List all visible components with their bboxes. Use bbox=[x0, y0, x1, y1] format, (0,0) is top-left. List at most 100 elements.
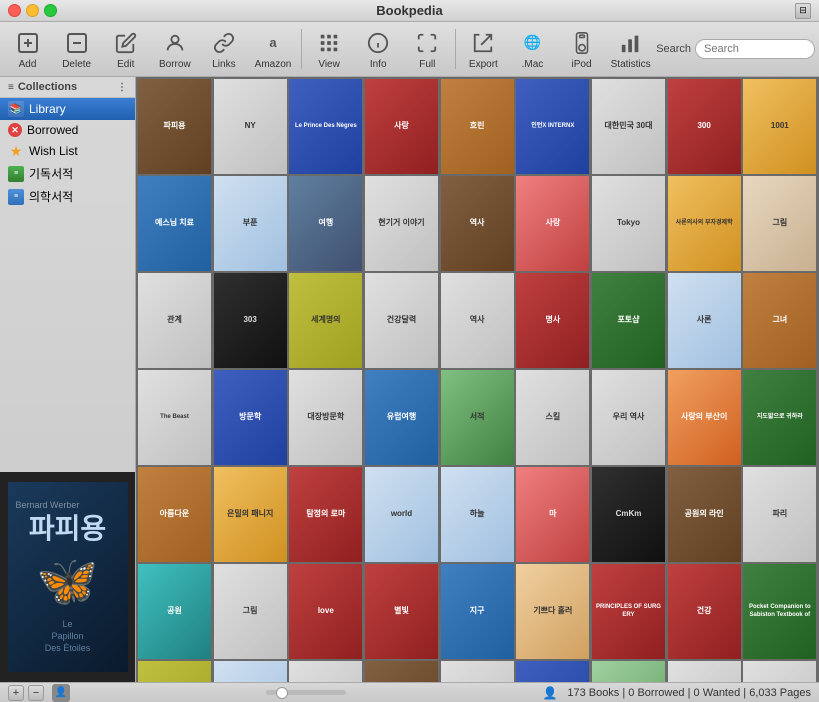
title-bar: Bookpedia ⊟ bbox=[0, 0, 819, 22]
book-item[interactable]: 사랑 bbox=[516, 176, 589, 271]
add-button[interactable]: Add bbox=[4, 25, 51, 73]
sidebar-item-korean1[interactable]: ≡기독서적 bbox=[0, 162, 135, 185]
book-item[interactable]: 파피용 bbox=[138, 79, 211, 174]
book-item[interactable]: 별빛 bbox=[365, 564, 438, 659]
book-item[interactable]: love bbox=[289, 564, 362, 659]
info-button[interactable]: Info bbox=[355, 25, 402, 73]
ipod-button[interactable]: iPod bbox=[558, 25, 605, 73]
book-item[interactable]: 명사 bbox=[516, 273, 589, 368]
book-item[interactable]: 현기거 이야기 bbox=[365, 176, 438, 271]
book-item[interactable]: 여행 bbox=[289, 176, 362, 271]
korean1-label: 기독서적 bbox=[29, 165, 73, 182]
sidebar-item-library[interactable]: 📚Library bbox=[0, 98, 135, 120]
window-btn[interactable]: ⊟ bbox=[795, 3, 811, 19]
book-item[interactable]: 그림 bbox=[214, 564, 287, 659]
book-item[interactable]: 서적 bbox=[441, 370, 514, 465]
borrow-button[interactable]: Borrow bbox=[151, 25, 198, 73]
book-item[interactable]: 하늘 bbox=[441, 467, 514, 562]
book-item[interactable]: Painter 8 bbox=[668, 661, 741, 682]
book-item[interactable]: 건강 bbox=[668, 564, 741, 659]
book-item[interactable]: 아름다운 bbox=[138, 467, 211, 562]
book-item[interactable]: Pocket Companion to Sabiston Textbook of bbox=[743, 564, 816, 659]
book-cover: The Beast bbox=[138, 370, 211, 465]
book-item[interactable]: 흐린 bbox=[441, 79, 514, 174]
ipod-label: iPod bbox=[572, 59, 592, 70]
info-icon bbox=[364, 29, 392, 57]
delete-button[interactable]: Delete bbox=[53, 25, 100, 73]
book-item[interactable]: Paris bbox=[138, 661, 211, 682]
progress-slider[interactable] bbox=[266, 690, 346, 695]
book-item[interactable]: 스킬 bbox=[516, 370, 589, 465]
full-button[interactable]: Full bbox=[404, 25, 451, 73]
book-item[interactable]: NY bbox=[214, 79, 287, 174]
book-item[interactable]: 서적 bbox=[592, 661, 665, 682]
sidebar-item-wishlist[interactable]: ★Wish List bbox=[0, 140, 135, 162]
book-item[interactable]: 사랑의 부산이 bbox=[668, 370, 741, 465]
book-item[interactable]: 방문학 bbox=[214, 370, 287, 465]
book-item[interactable]: 예스님 치료 bbox=[138, 176, 211, 271]
export-button[interactable]: Export bbox=[460, 25, 507, 73]
book-item[interactable]: 부푼 bbox=[214, 176, 287, 271]
sidebar-item-borrowed[interactable]: ✕Borrowed bbox=[0, 120, 135, 140]
book-item[interactable]: 세계명의 bbox=[289, 273, 362, 368]
status-text: 173 Books | 0 Borrowed | 0 Wanted | 6,03… bbox=[567, 687, 811, 699]
book-item[interactable]: 기쁘다 흘러 bbox=[516, 564, 589, 659]
book-item[interactable]: CmKm bbox=[592, 467, 665, 562]
edit-button[interactable]: Edit bbox=[102, 25, 149, 73]
book-item[interactable]: 파리 bbox=[743, 467, 816, 562]
links-button[interactable]: Links bbox=[200, 25, 247, 73]
book-item[interactable] bbox=[441, 661, 514, 682]
book-item[interactable]: 공원의 라인 bbox=[668, 467, 741, 562]
book-item[interactable]: PRINCIPLES OF SURGERY bbox=[592, 564, 665, 659]
close-button[interactable] bbox=[8, 4, 21, 17]
book-item[interactable]: 관계 bbox=[138, 273, 211, 368]
book-item[interactable]: 대한민국 30대 bbox=[592, 79, 665, 174]
book-item[interactable]: 포토샵 bbox=[592, 273, 665, 368]
book-item[interactable]: 유럽여행 bbox=[365, 370, 438, 465]
preview-title: 파피용 bbox=[29, 514, 106, 545]
status-del-button[interactable]: − bbox=[28, 685, 44, 701]
book-item[interactable]: Le Prince Des Nègres bbox=[289, 79, 362, 174]
book-item[interactable]: 300 bbox=[668, 79, 741, 174]
wishlist-icon: ★ bbox=[8, 143, 24, 159]
book-item[interactable]: 지도밟으로 귀하라 bbox=[743, 370, 816, 465]
book-item[interactable]: 사론 bbox=[668, 273, 741, 368]
maximize-button[interactable] bbox=[44, 4, 57, 17]
book-item[interactable]: Tokyo bbox=[592, 176, 665, 271]
book-item[interactable]: world bbox=[365, 467, 438, 562]
sidebar-item-korean2[interactable]: ≡의학서적 bbox=[0, 185, 135, 208]
book-item[interactable]: 지구 bbox=[441, 564, 514, 659]
book-item[interactable]: 1001 bbox=[743, 79, 816, 174]
book-item[interactable]: 도보 여행기 bbox=[214, 661, 287, 682]
books-scroll[interactable]: 파피용NYLe Prince Des Nègres사랑흐린인턴X INTERNX… bbox=[136, 77, 819, 682]
book-item[interactable]: TEXTBOOK OF SURGERY bbox=[516, 661, 589, 682]
stats-button[interactable]: Statistics bbox=[607, 25, 654, 73]
book-item[interactable]: 인턴X INTERNX bbox=[516, 79, 589, 174]
book-item[interactable]: The Beast bbox=[138, 370, 211, 465]
book-item[interactable]: 대장방문학 bbox=[289, 370, 362, 465]
book-item[interactable]: 우리 역사 bbox=[592, 370, 665, 465]
book-item[interactable]: 마 bbox=[516, 467, 589, 562]
book-item[interactable] bbox=[365, 661, 438, 682]
book-item[interactable]: 하늘에 저서 bbox=[289, 661, 362, 682]
minimize-button[interactable] bbox=[26, 4, 39, 17]
delete-label: Delete bbox=[62, 59, 91, 70]
book-cover: 하늘 bbox=[441, 467, 514, 562]
status-add-button[interactable]: + bbox=[8, 685, 24, 701]
book-item[interactable]: 너무나미 기능합니다 bbox=[743, 661, 816, 682]
view-button[interactable]: View bbox=[306, 25, 353, 73]
book-item[interactable]: 그림 bbox=[743, 176, 816, 271]
book-item[interactable]: 사론의사의 부자경제학 bbox=[668, 176, 741, 271]
mac-button[interactable]: 🌐 .Mac bbox=[509, 25, 556, 73]
book-item[interactable]: 역사 bbox=[441, 176, 514, 271]
book-item[interactable]: 그녀 bbox=[743, 273, 816, 368]
book-item[interactable]: 탐정의 로마 bbox=[289, 467, 362, 562]
amazon-button[interactable]: a Amazon bbox=[249, 25, 296, 73]
book-item[interactable]: 역사 bbox=[441, 273, 514, 368]
book-item[interactable]: 공원 bbox=[138, 564, 211, 659]
book-item[interactable]: 은밀의 패니지 bbox=[214, 467, 287, 562]
book-item[interactable]: 사랑 bbox=[365, 79, 438, 174]
book-item[interactable]: 건강달력 bbox=[365, 273, 438, 368]
search-input[interactable] bbox=[695, 39, 815, 59]
book-item[interactable]: 303 bbox=[214, 273, 287, 368]
